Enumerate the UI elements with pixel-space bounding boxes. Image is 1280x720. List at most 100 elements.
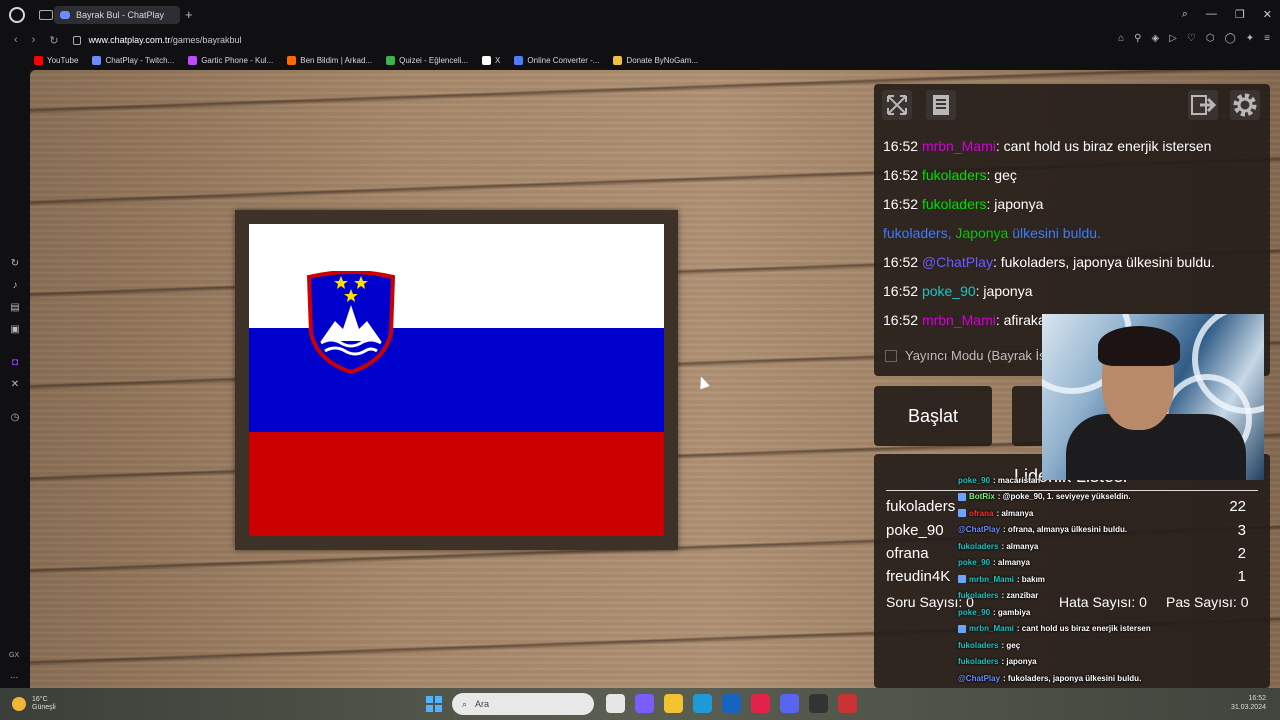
quizei-icon [386, 55, 396, 65]
pinboard-icon[interactable]: ▤ [9, 302, 21, 314]
copilot-icon[interactable] [635, 694, 654, 713]
twitch-icon[interactable]: ◘ [9, 357, 21, 369]
gear-icon[interactable] [1228, 88, 1262, 122]
file-explorer-icon[interactable] [664, 694, 683, 713]
system-tray-clock[interactable]: 16:52 31.03.2024 [1231, 694, 1266, 712]
overlay-chat-message: fukoladers: almanya [958, 538, 1258, 555]
overlay-text: : @poke_90, 1. seviyeye yükseldin. [997, 492, 1131, 502]
messenger-icon[interactable]: ▣ [9, 324, 21, 336]
mouse-cursor-icon [696, 374, 710, 390]
overlay-chat-message: fukoladers: japonya [958, 654, 1258, 671]
stream-chat-overlay: poke_90: macaristan BotRix: @poke_90, 1. … [958, 472, 1258, 720]
extensions-icon[interactable]: ⬡ [1206, 33, 1215, 44]
tab-title: Bayrak Bul - ChatPlay [76, 10, 165, 20]
sidebar-more-icon[interactable]: ... [10, 670, 18, 681]
discord-icon[interactable] [780, 694, 799, 713]
window-controls: ⌕ — ❐ ✕ [1182, 8, 1272, 21]
browser-tab[interactable]: Bayrak Bul - ChatPlay [54, 6, 180, 24]
exit-icon[interactable] [1186, 88, 1220, 122]
weather-desc: Güneşli [32, 704, 56, 711]
overlay-text: : almanya [996, 508, 1034, 518]
edge-icon[interactable] [693, 694, 712, 713]
message-user[interactable]: fukoladers [922, 196, 987, 212]
bookmark-gartic[interactable]: Gartic Phone - Kul... [188, 55, 273, 65]
bookmark-benbildim[interactable]: Ben Bildim | Arkad... [287, 55, 372, 65]
history-icon[interactable]: ↻ [9, 258, 21, 270]
message-time: 16:52 [883, 283, 919, 299]
reload-icon[interactable]: ↻ [49, 34, 58, 47]
message-text: : japonya [975, 283, 1033, 299]
profile-icon[interactable]: ◯ [1225, 33, 1236, 44]
message-user[interactable]: poke_90 [922, 283, 976, 299]
bookmark-label: X [495, 55, 501, 65]
player-icon[interactable]: ♪ [9, 280, 21, 292]
message-user[interactable]: mrbn_Mami [922, 138, 996, 154]
streamer-mode-checkbox[interactable] [885, 349, 897, 362]
windows-start-icon[interactable] [426, 696, 442, 712]
webcam-overlay [1042, 314, 1264, 480]
streamer-mode-toggle[interactable]: Yayıncı Modu (Bayrak İsr [885, 348, 1050, 363]
fullscreen-icon[interactable] [880, 88, 914, 122]
bookmark-online-converter[interactable]: Online Converter -... [514, 55, 599, 65]
lock-icon[interactable] [72, 35, 81, 45]
youtube-icon [34, 55, 43, 65]
tab-manager-icon[interactable] [39, 10, 53, 20]
opera-gx-logo-icon[interactable] [9, 7, 25, 23]
search-tabs-icon[interactable]: ⌕ [1182, 8, 1188, 21]
bookmark-donate[interactable]: Donate ByNoGam... [613, 55, 698, 65]
overlay-text: : almanya [1001, 541, 1039, 551]
bookmark-chatplay[interactable]: ChatPlay - Twitch... [92, 55, 175, 65]
clock-time: 16:52 [1248, 695, 1266, 702]
forward-icon[interactable]: › [32, 34, 36, 46]
task-view-icon[interactable] [606, 694, 625, 713]
taskbar-search[interactable]: ⌕ Ara [452, 693, 594, 715]
bookmark-x[interactable]: X [482, 55, 501, 65]
heart-icon[interactable]: ♡ [1187, 33, 1196, 44]
bookmark-quizei[interactable]: Quizei - Eğlenceli... [386, 55, 469, 65]
pin-icon[interactable]: ⚲ [1134, 33, 1141, 44]
message-user[interactable]: fukoladers, [883, 225, 951, 241]
overlay-chat-message: BotRix: @poke_90, 1. seviyeye yükseldin. [958, 489, 1258, 506]
close-icon[interactable]: ✕ [1263, 8, 1272, 21]
shield-icon[interactable]: ◈ [1151, 33, 1159, 44]
overlay-chat-message: poke_90: almanya [958, 555, 1258, 572]
message-user[interactable]: @ChatPlay [922, 254, 993, 270]
overlay-text: : cant hold us biraz enerjik istersen [1016, 624, 1151, 634]
menu-icon[interactable]: ≡ [1264, 33, 1270, 44]
overlay-text: : almanya [993, 558, 1030, 568]
gx-corner-label[interactable]: GX [9, 652, 19, 659]
overlay-chat-message: fukoladers: zanzibar [958, 588, 1258, 605]
maximize-icon[interactable]: ❐ [1235, 8, 1245, 21]
bookmark-label: Quizei - Eğlenceli... [399, 55, 469, 65]
bookmark-youtube[interactable]: YouTube [34, 55, 78, 65]
bookmark-label: ChatPlay - Twitch... [105, 55, 175, 65]
minimize-icon[interactable]: — [1206, 8, 1217, 21]
chatplay-icon [92, 55, 102, 65]
message-text: : japonya [986, 196, 1044, 212]
weather-widget[interactable]: 16°C Güneşli [12, 696, 56, 712]
ai-icon[interactable]: ✦ [1246, 33, 1254, 44]
url-field[interactable]: www.chatplay.com.tr/games/bayrakbul [89, 35, 242, 45]
overlay-text: : geç [1001, 640, 1021, 650]
message-user[interactable]: mrbn_Mami [922, 312, 996, 328]
play-icon[interactable]: ▷ [1169, 33, 1177, 44]
start-button[interactable]: Başlat [874, 386, 992, 446]
app-icon[interactable] [838, 694, 857, 713]
message-user[interactable]: fukoladers [922, 167, 987, 183]
new-tab-button[interactable]: + [185, 7, 193, 22]
opera-gx-icon[interactable] [751, 694, 770, 713]
chat-message: 16:52 fukoladers: geç [883, 165, 1263, 194]
search-icon: ⌕ [462, 698, 468, 709]
clock-icon[interactable]: ◷ [9, 412, 21, 424]
snapshot-icon[interactable]: ⌂ [1118, 33, 1124, 44]
store-icon[interactable] [722, 694, 741, 713]
x-sidebar-icon[interactable]: ✕ [9, 379, 21, 391]
gartic-icon [188, 55, 198, 65]
steam-icon[interactable] [809, 694, 828, 713]
back-icon[interactable]: ‹ [14, 34, 18, 46]
donate-icon [613, 55, 623, 65]
chat-message: 16:52 fukoladers: japonya [883, 194, 1263, 223]
chat-message: 16:52 mrbn_Mami: cant hold us biraz ener… [883, 136, 1263, 165]
list-icon[interactable] [924, 88, 958, 122]
chat-badge-icon [958, 575, 966, 584]
